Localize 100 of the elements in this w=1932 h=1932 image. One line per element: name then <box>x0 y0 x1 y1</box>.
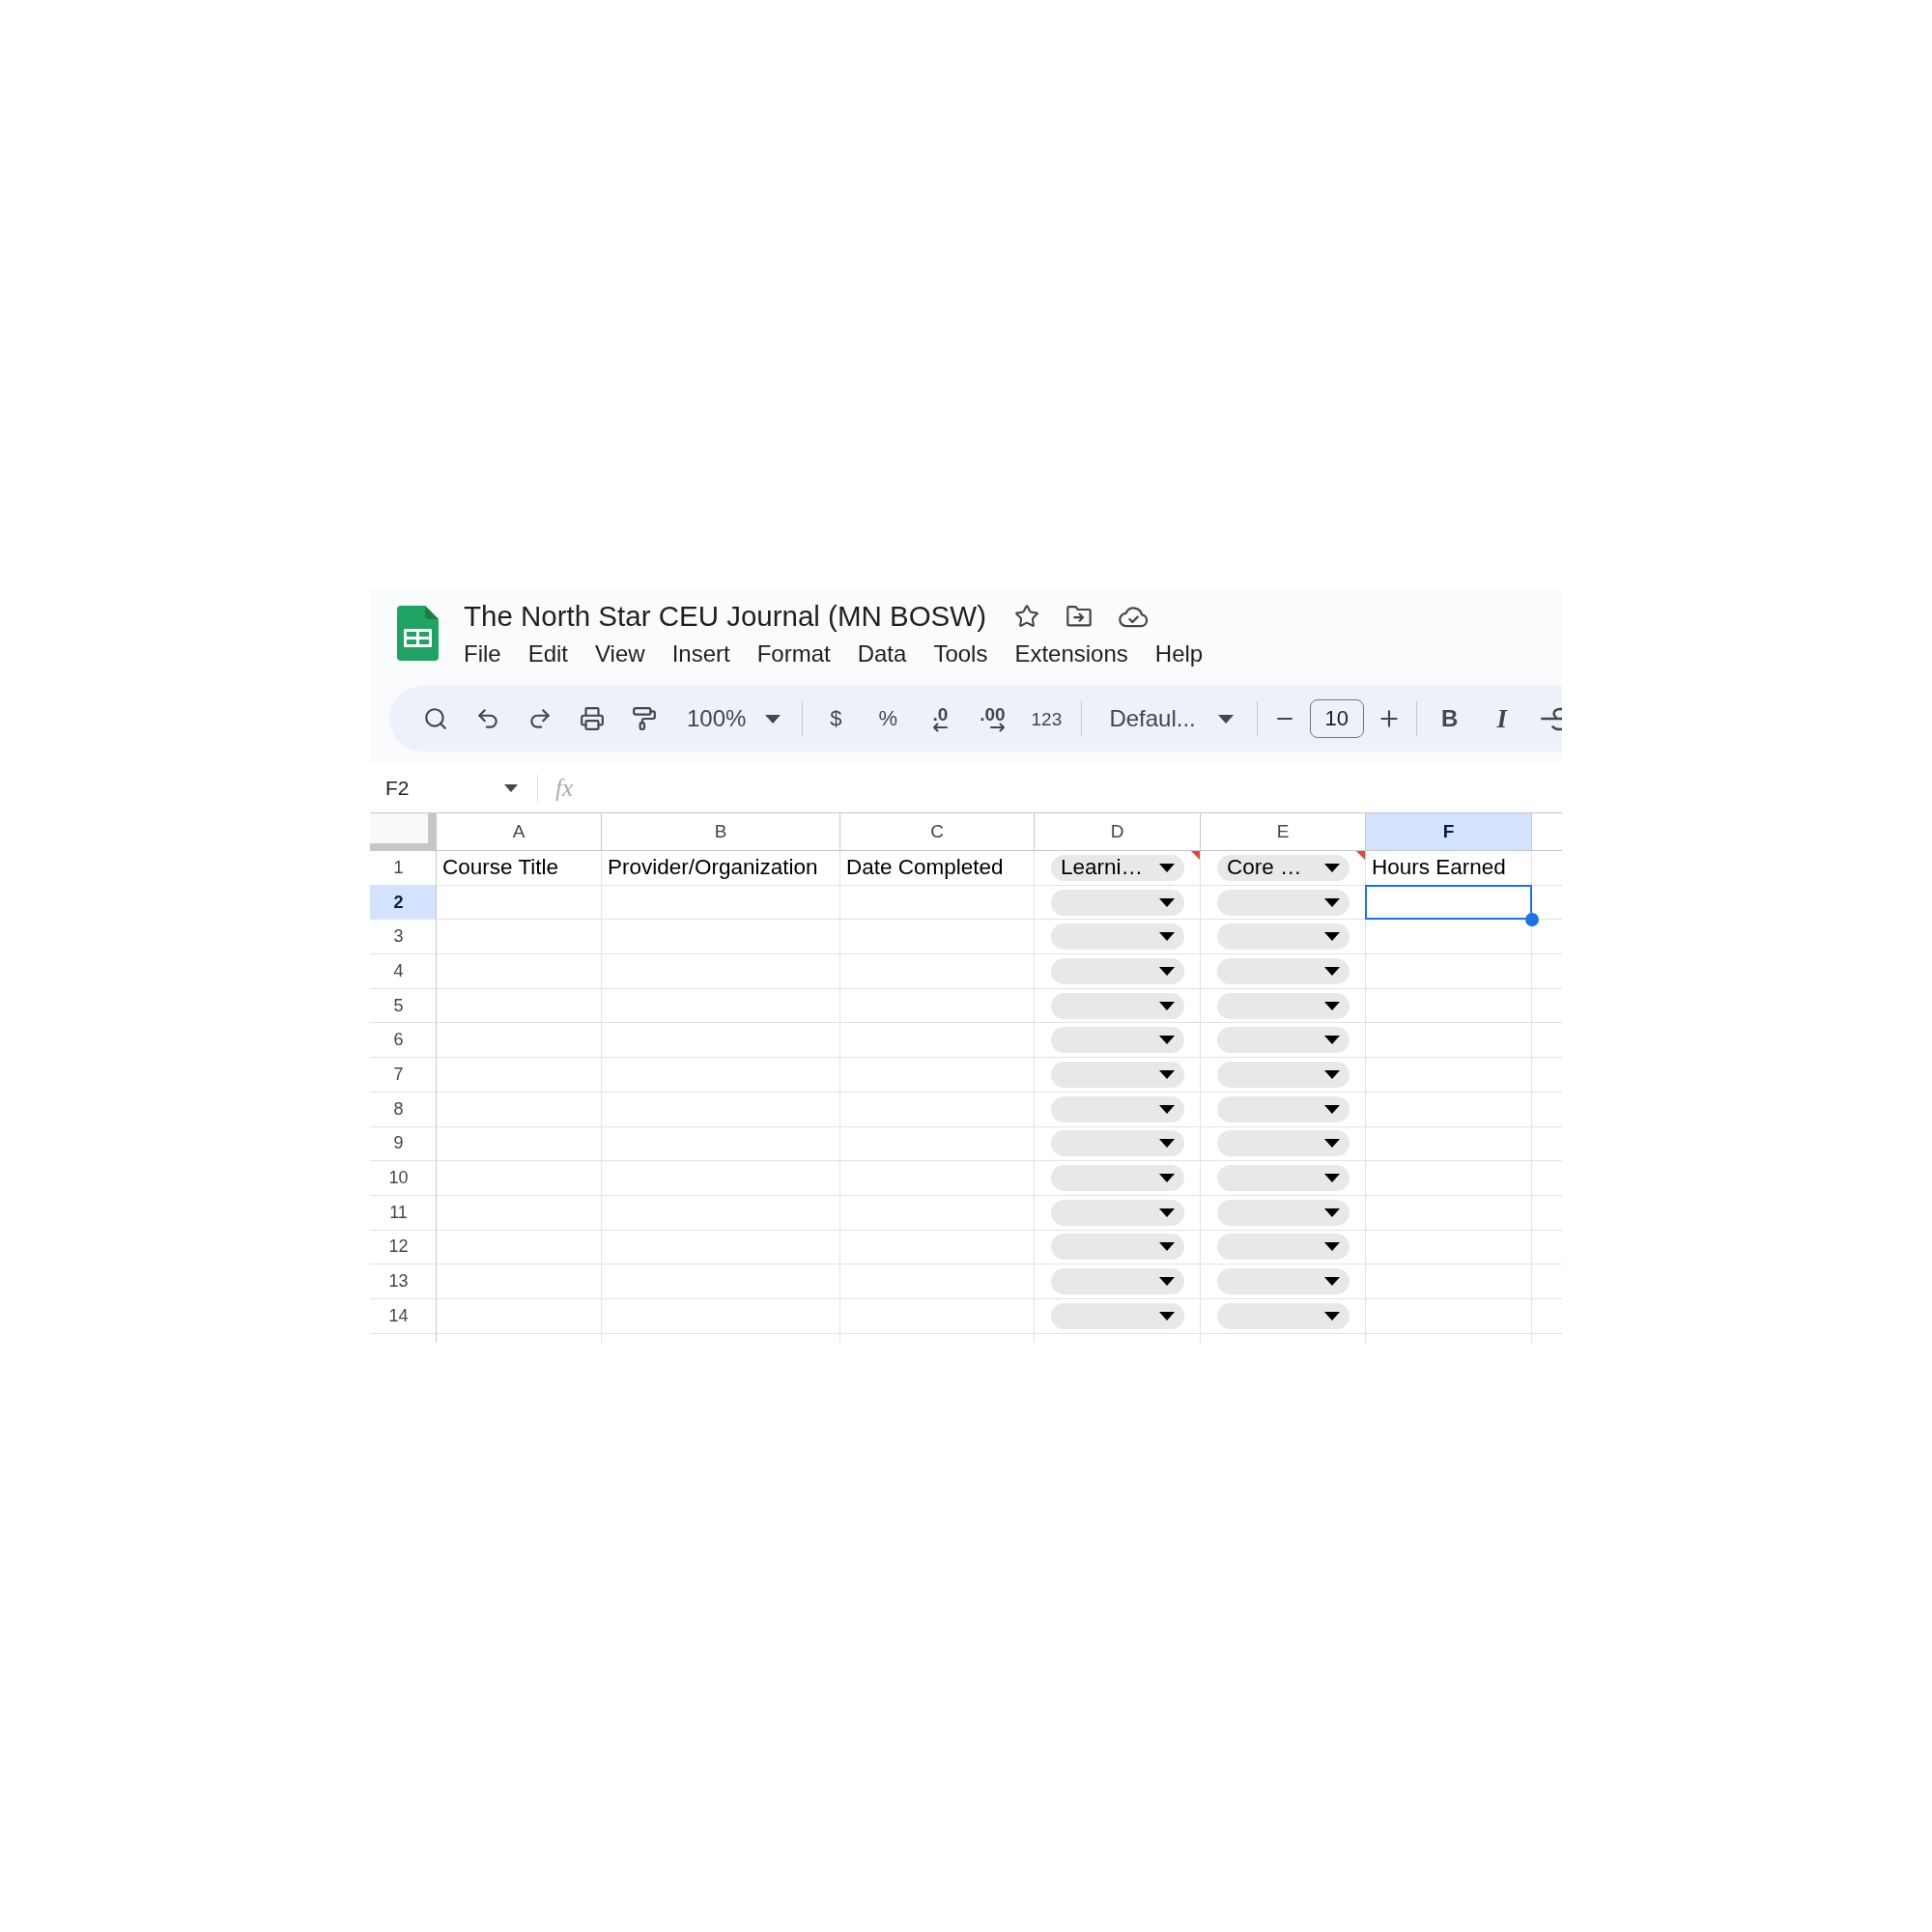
table-cell[interactable] <box>437 885 602 921</box>
dropdown-chip[interactable] <box>1051 1165 1184 1192</box>
table-cell[interactable] <box>437 1023 602 1059</box>
table-cell[interactable] <box>602 1058 840 1093</box>
dropdown-chip[interactable]: Learni… <box>1051 854 1184 881</box>
row-header[interactable]: 5 <box>370 988 437 1024</box>
table-cell[interactable] <box>840 1092 1035 1127</box>
column-header[interactable]: C <box>840 813 1035 851</box>
menu-item[interactable]: Edit <box>527 639 569 668</box>
dropdown-chip[interactable] <box>1051 889 1184 916</box>
table-cell[interactable]: Date Completed <box>840 851 1035 886</box>
table-cell[interactable] <box>602 1126 840 1162</box>
menu-item[interactable]: View <box>595 639 645 668</box>
dropdown-chip[interactable] <box>1051 1095 1184 1122</box>
dropdown-chip[interactable] <box>1051 1302 1184 1329</box>
menu-item[interactable]: Insert <box>671 639 730 668</box>
dropdown-chip[interactable] <box>1217 1302 1350 1329</box>
redo-icon[interactable] <box>527 706 553 731</box>
table-cell[interactable] <box>602 988 840 1024</box>
dropdown-chip[interactable] <box>1217 1234 1350 1261</box>
table-cell[interactable] <box>1366 1230 1532 1265</box>
menu-item[interactable]: File <box>464 639 501 668</box>
dropdown-chip[interactable] <box>1051 957 1184 984</box>
table-cell[interactable] <box>437 1264 602 1299</box>
table-cell[interactable] <box>840 1298 1035 1334</box>
strikethrough-icon[interactable] <box>1540 705 1562 732</box>
row-header[interactable]: 9 <box>370 1126 437 1162</box>
table-cell[interactable] <box>602 1023 840 1059</box>
table-cell[interactable] <box>1366 954 1532 989</box>
table-cell[interactable] <box>602 954 840 989</box>
table-cell[interactable] <box>840 1264 1035 1299</box>
dropdown-chip[interactable] <box>1217 1027 1350 1054</box>
dropdown-chip[interactable] <box>1051 1234 1184 1261</box>
dropdown-chip[interactable] <box>1217 889 1350 916</box>
undo-icon[interactable] <box>475 706 500 731</box>
decrease-decimal-button[interactable]: .0 <box>932 705 949 732</box>
table-cell[interactable] <box>1366 1161 1532 1196</box>
dropdown-chip[interactable] <box>1217 1268 1350 1295</box>
print-icon[interactable] <box>580 706 605 731</box>
bold-button[interactable]: B <box>1441 707 1459 730</box>
dropdown-chip[interactable] <box>1051 1061 1184 1088</box>
zoom-select[interactable]: 100% <box>677 699 789 738</box>
table-cell[interactable] <box>1366 1092 1532 1127</box>
table-cell[interactable] <box>840 1195 1035 1231</box>
dropdown-chip[interactable]: Core … <box>1217 854 1350 881</box>
table-cell[interactable]: Provider/Organization <box>602 851 840 886</box>
percent-button[interactable]: % <box>878 708 898 729</box>
row-header[interactable]: 3 <box>370 920 437 955</box>
menu-item[interactable]: Help <box>1154 639 1204 668</box>
row-header[interactable]: 12 <box>370 1230 437 1265</box>
dropdown-chip[interactable] <box>1217 957 1350 984</box>
table-cell[interactable] <box>840 1230 1035 1265</box>
column-header[interactable]: A <box>437 813 602 851</box>
table-cell[interactable] <box>602 1092 840 1127</box>
menu-item[interactable]: Extensions <box>1014 639 1128 668</box>
dropdown-chip[interactable] <box>1051 1199 1184 1226</box>
row-header[interactable]: 10 <box>370 1161 437 1196</box>
italic-button[interactable]: I <box>1496 705 1508 732</box>
row-header[interactable]: 4 <box>370 954 437 989</box>
table-cell[interactable] <box>602 1264 840 1299</box>
search-icon[interactable] <box>423 706 448 731</box>
document-title[interactable]: The North Star CEU Journal (MN BOSW) <box>464 599 986 634</box>
dropdown-chip[interactable] <box>1051 992 1184 1019</box>
table-cell[interactable] <box>602 1195 840 1231</box>
font-select[interactable]: Defaul... <box>1095 699 1243 738</box>
row-header[interactable]: 6 <box>370 1023 437 1059</box>
table-cell[interactable] <box>437 1058 602 1093</box>
table-cell[interactable] <box>602 1230 840 1265</box>
dropdown-chip[interactable] <box>1051 923 1184 951</box>
column-header[interactable]: B <box>602 813 840 851</box>
dropdown-chip[interactable] <box>1217 923 1350 951</box>
table-cell[interactable]: Hours Earned <box>1366 851 1532 886</box>
table-cell[interactable] <box>437 988 602 1024</box>
font-size-field[interactable]: 10 <box>1309 699 1364 738</box>
dropdown-chip[interactable] <box>1217 992 1350 1019</box>
table-cell[interactable] <box>602 1161 840 1196</box>
table-cell[interactable] <box>1366 1195 1532 1231</box>
table-cell[interactable] <box>840 1023 1035 1059</box>
column-header[interactable]: F <box>1366 813 1532 851</box>
folder-arrow-icon[interactable] <box>1065 604 1093 629</box>
dropdown-chip[interactable] <box>1051 1027 1184 1054</box>
table-cell[interactable] <box>1366 1023 1532 1059</box>
column-header[interactable]: E <box>1201 813 1366 851</box>
row-header[interactable]: 7 <box>370 1058 437 1093</box>
number-format-button[interactable]: 123 <box>1031 709 1063 728</box>
spreadsheet-logo-icon[interactable] <box>397 606 439 661</box>
table-cell[interactable] <box>437 1298 602 1334</box>
row-header[interactable]: 14 <box>370 1298 437 1334</box>
dropdown-chip[interactable] <box>1217 1130 1350 1157</box>
increase-decimal-button[interactable]: .00 <box>980 705 1006 732</box>
name-box[interactable]: F2 <box>385 771 518 805</box>
table-cell[interactable] <box>437 920 602 955</box>
table-cell[interactable] <box>1366 1298 1532 1334</box>
dropdown-chip[interactable] <box>1217 1061 1350 1088</box>
dropdown-chip[interactable] <box>1051 1130 1184 1157</box>
dropdown-chip[interactable] <box>1217 1165 1350 1192</box>
dropdown-chip[interactable] <box>1217 1199 1350 1226</box>
row-header[interactable]: 11 <box>370 1195 437 1231</box>
table-cell[interactable] <box>437 1161 602 1196</box>
table-cell[interactable] <box>437 1195 602 1231</box>
